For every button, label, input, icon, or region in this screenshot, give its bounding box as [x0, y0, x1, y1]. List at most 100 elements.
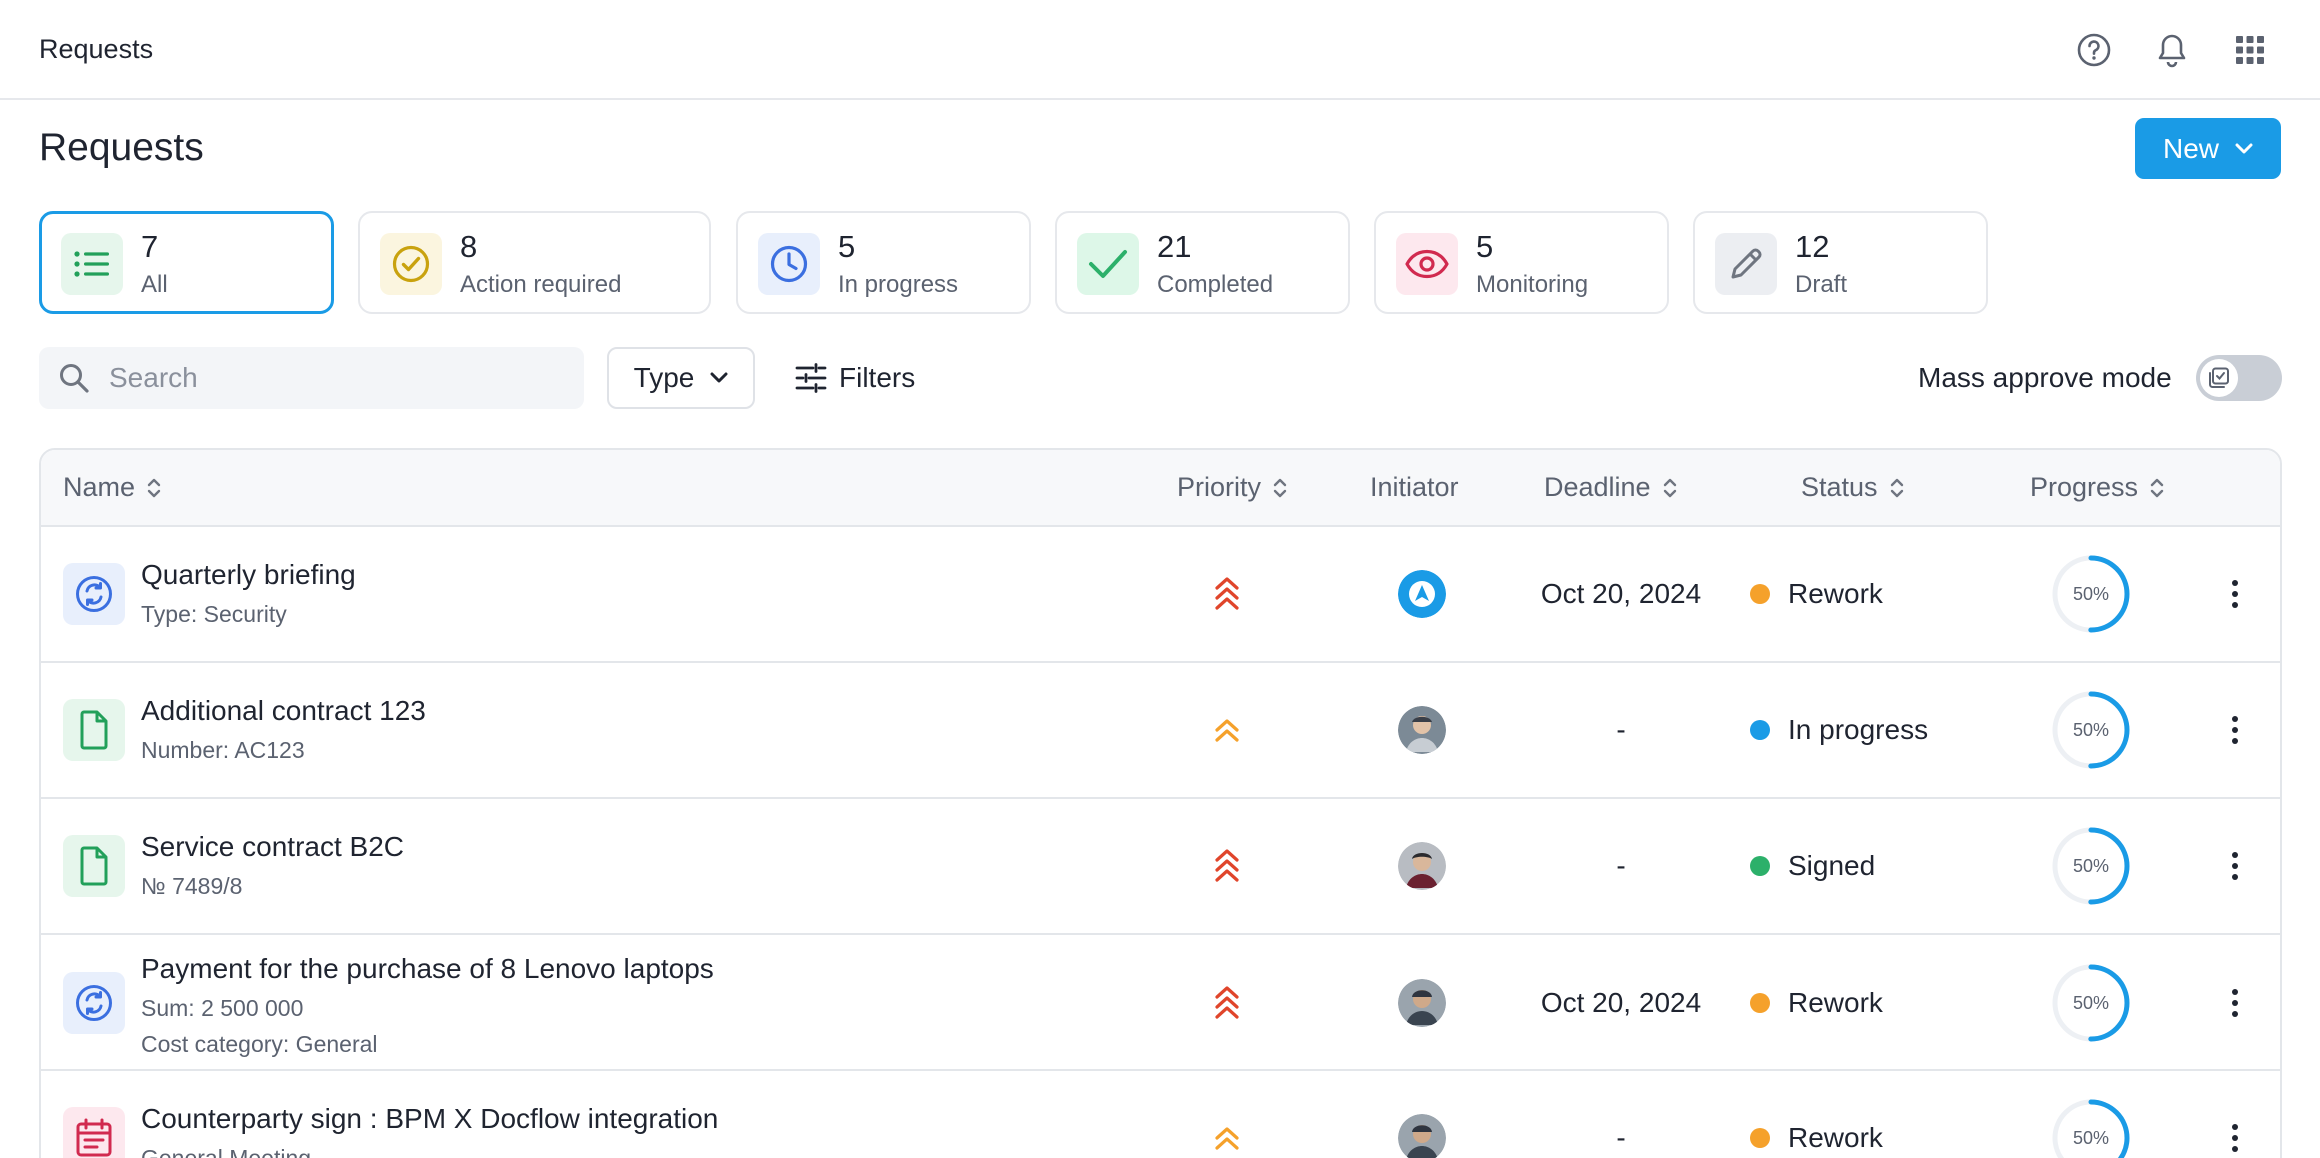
column-label: Initiator	[1370, 472, 1459, 502]
progress-ring: 50%	[2052, 1099, 2130, 1158]
row-title[interactable]: Additional contract 123	[141, 695, 426, 727]
stat-count: 7	[141, 229, 159, 264]
eye-icon	[1396, 233, 1458, 295]
row-title[interactable]: Service contract B2C	[141, 831, 404, 863]
status-label: Rework	[1788, 1122, 1883, 1153]
deadline-value: -	[1616, 1122, 1626, 1153]
row-menu-icon[interactable]	[2227, 574, 2243, 614]
column-label: Status	[1801, 472, 1878, 502]
status-badge: Rework	[1750, 987, 1883, 1019]
progress-ring: 50%	[2052, 964, 2130, 1042]
column-header-status[interactable]: Status	[1801, 472, 1904, 503]
row-title[interactable]: Quarterly briefing	[141, 559, 356, 591]
mass-approve-toggle[interactable]	[2196, 355, 2282, 401]
clock-icon	[758, 233, 820, 295]
stat-label: Monitoring	[1476, 271, 1589, 298]
priority-high-icon	[1215, 577, 1239, 610]
list-icon	[61, 233, 123, 295]
check-icon	[1077, 233, 1139, 295]
initiator-avatar[interactable]	[1398, 1114, 1446, 1158]
stat-label: In progress	[838, 271, 959, 298]
column-header-priority[interactable]: Priority	[1177, 472, 1287, 503]
stat-card-completed[interactable]: 21 Completed	[1055, 211, 1350, 314]
sort-icon	[1890, 478, 1903, 497]
stat-count: 5	[1476, 229, 1494, 264]
deadline-value: Oct 20, 2024	[1540, 987, 1702, 1018]
document-icon	[63, 699, 125, 761]
top-bar: Requests	[0, 0, 2320, 100]
progress-label: 50%	[2073, 993, 2109, 1013]
column-label: Deadline	[1544, 472, 1651, 502]
initiator-avatar[interactable]	[1398, 706, 1446, 754]
check-circle-icon	[380, 233, 442, 295]
stat-count: 5	[838, 229, 856, 264]
stat-card-monitoring[interactable]: 5 Monitoring	[1374, 211, 1669, 314]
row-subtitle: Sum: 2 500 000	[141, 995, 304, 1021]
stat-card-in-progress[interactable]: 5 In progress	[736, 211, 1031, 314]
status-label: Signed	[1788, 850, 1876, 881]
status-label: Rework	[1788, 578, 1883, 609]
breadcrumb[interactable]: Requests	[39, 34, 153, 65]
row-subtitle: Type: Security	[141, 601, 287, 627]
table-row[interactable]: Payment for the purchase of 8 Lenovo lap…	[41, 935, 2280, 1071]
deadline-value: -	[1616, 714, 1626, 745]
table-row[interactable]: Counterparty sign : BPM X Docflow integr…	[41, 1071, 2280, 1158]
row-menu-icon[interactable]	[2227, 1118, 2243, 1158]
initiator-avatar[interactable]	[1398, 570, 1446, 618]
stat-count: 8	[460, 229, 478, 264]
row-menu-icon[interactable]	[2227, 710, 2243, 750]
row-subtitle: Cost category: General	[141, 1031, 378, 1057]
sort-icon	[147, 478, 161, 497]
column-header-name[interactable]: Name	[63, 472, 161, 503]
table-row[interactable]: Quarterly briefing Type: Security Oct 20, …	[41, 527, 2280, 663]
sort-icon	[1663, 478, 1676, 497]
status-badge: Signed	[1750, 850, 1875, 882]
column-label: Name	[63, 472, 136, 502]
stat-card-draft[interactable]: 12 Draft	[1693, 211, 1988, 314]
column-header-deadline[interactable]: Deadline	[1544, 472, 1677, 503]
progress-ring: 50%	[2052, 555, 2130, 633]
progress-label: 50%	[2073, 720, 2109, 740]
table-header: Name Priority Initiator Deadline Status …	[41, 450, 2280, 527]
row-subtitle: № 7489/8	[141, 873, 243, 899]
status-label: Rework	[1788, 987, 1883, 1018]
table-row[interactable]: Additional contract 123 Number: AC123 - In …	[41, 663, 2280, 799]
deadline-value: Oct 20, 2024	[1540, 578, 1702, 609]
progress-label: 50%	[2073, 856, 2109, 876]
sort-icon	[2150, 478, 2164, 497]
status-dot	[1750, 720, 1770, 740]
column-header-initiator: Initiator	[1370, 472, 1459, 503]
sync-icon	[63, 972, 125, 1034]
stat-label: All	[141, 271, 168, 298]
chevron-down-icon	[710, 372, 728, 383]
stat-card-action-required[interactable]: 8 Action required	[358, 211, 711, 314]
column-header-progress[interactable]: Progress	[2030, 472, 2164, 503]
row-title[interactable]: Payment for the purchase of 8 Lenovo lap…	[141, 953, 714, 985]
row-title[interactable]: Counterparty sign : BPM X Docflow integr…	[141, 1103, 718, 1135]
status-badge: Rework	[1750, 1122, 1883, 1154]
row-menu-icon[interactable]	[2227, 846, 2243, 886]
table-row[interactable]: Service contract B2C № 7489/8 - Signed 50%	[41, 799, 2280, 935]
priority-high-icon	[1215, 986, 1239, 1019]
priority-medium-icon	[1215, 1127, 1239, 1150]
row-menu-icon[interactable]	[2227, 983, 2243, 1023]
progress-ring: 50%	[2052, 827, 2130, 905]
search-input[interactable]	[109, 357, 569, 399]
stat-card-all[interactable]: 7 All	[39, 211, 334, 314]
progress-label: 50%	[2073, 1128, 2109, 1148]
apps-grid-icon[interactable]	[2230, 30, 2270, 70]
new-button[interactable]: New	[2135, 118, 2281, 179]
priority-medium-icon	[1215, 719, 1239, 742]
help-icon[interactable]	[2074, 30, 2114, 70]
initiator-avatar[interactable]	[1398, 979, 1446, 1027]
initiator-avatar[interactable]	[1398, 842, 1446, 890]
toggle-knob	[2200, 359, 2238, 397]
stat-label: Completed	[1157, 271, 1274, 298]
type-dropdown[interactable]: Type	[607, 347, 755, 409]
stat-label: Action required	[460, 271, 622, 298]
bell-icon[interactable]	[2152, 30, 2192, 70]
search-box[interactable]	[39, 347, 584, 409]
filters-button[interactable]: Filters	[795, 347, 915, 409]
mass-approve-label: Mass approve mode	[1918, 362, 2172, 393]
status-badge: Rework	[1750, 578, 1883, 610]
